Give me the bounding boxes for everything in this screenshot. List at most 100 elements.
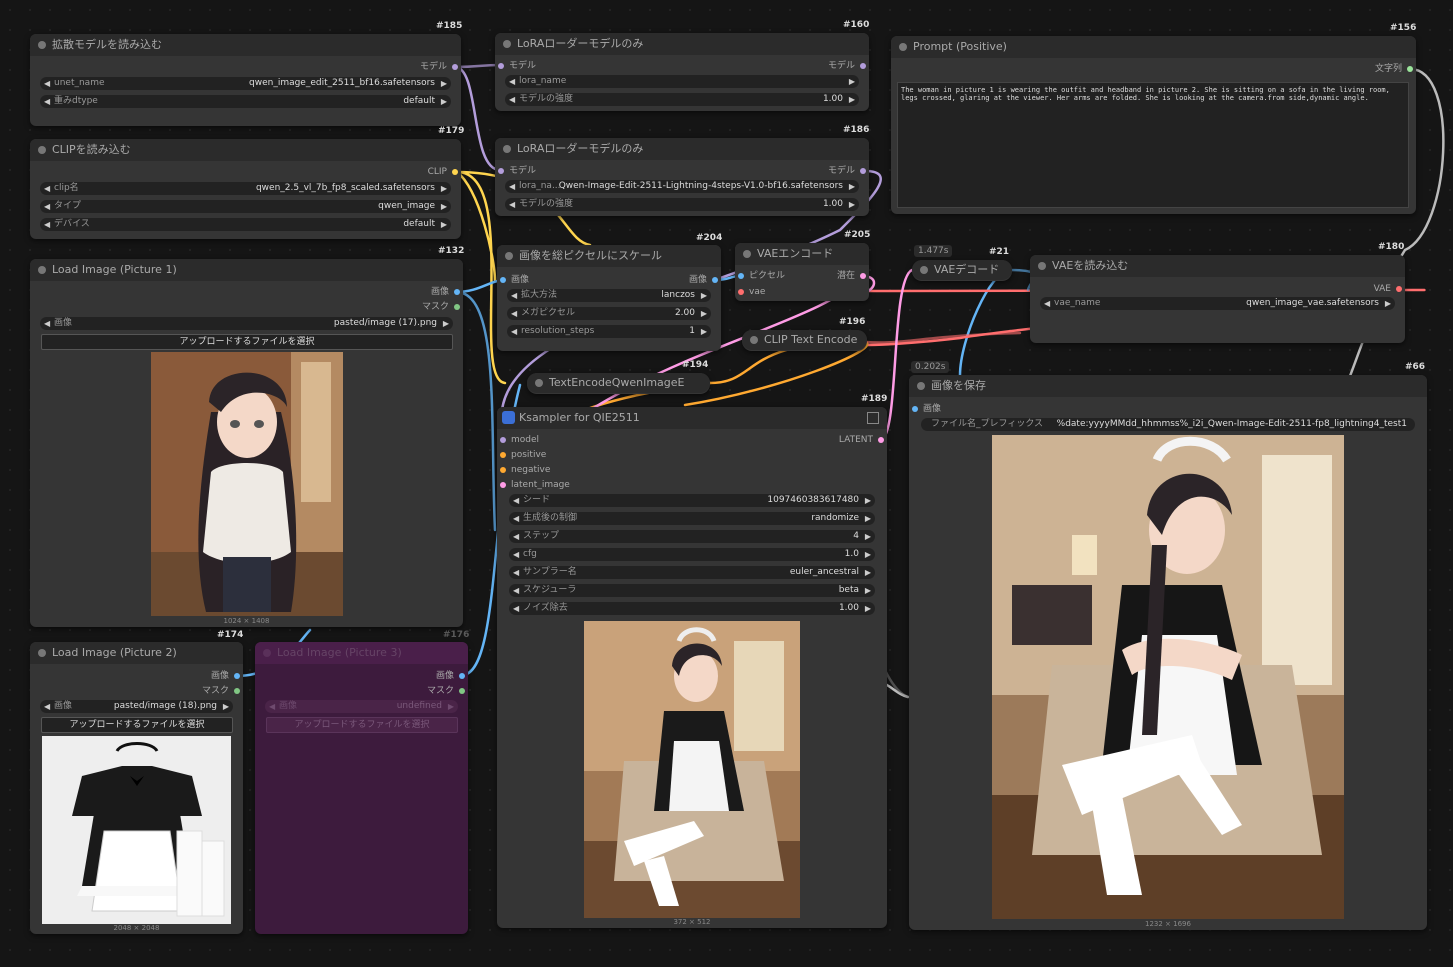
arrow-left-icon[interactable]: ◀ [513, 512, 519, 525]
arrow-left-icon[interactable]: ◀ [513, 602, 519, 615]
node-ksampler[interactable]: Ksampler for QIE2511 model positive nega… [497, 407, 887, 928]
node-title-bar[interactable]: 画像を保存 [909, 375, 1427, 397]
arrow-right-icon[interactable]: ▶ [849, 180, 855, 193]
collapse-dot-icon[interactable] [38, 146, 46, 154]
collapse-dot-icon[interactable] [38, 266, 46, 274]
collapse-dot-icon[interactable] [535, 379, 543, 387]
collapse-dot-icon[interactable] [503, 40, 511, 48]
arrow-right-icon[interactable]: ▶ [849, 198, 855, 211]
collapse-dot-icon[interactable] [503, 145, 511, 153]
node-load-vae[interactable]: VAEを読み込む VAE ◀ vae_name qwen_image_vae.saf… [1030, 255, 1405, 343]
node-lora-loader-1[interactable]: LoRAローダーモデルのみ モデル モデル ◀ lora_name ▶ ◀ モデルの強… [495, 33, 869, 111]
node-title-bar[interactable]: Load Image (Picture 1) [30, 259, 463, 281]
arrow-right-icon[interactable]: ▶ [443, 317, 449, 330]
collapse-dot-icon[interactable] [917, 382, 925, 390]
output-slot-model[interactable]: モデル [828, 60, 869, 72]
arrow-left-icon[interactable]: ◀ [511, 289, 517, 302]
node-title-bar[interactable]: Load Image (Picture 2) [30, 642, 243, 664]
upload-button[interactable]: アップロードするファイルを選択 [266, 717, 458, 733]
image-select-widget[interactable]: ◀ 画像 pasted/image (17).png ▶ [40, 317, 453, 330]
collapse-dot-icon[interactable] [920, 266, 928, 274]
arrow-left-icon[interactable]: ◀ [513, 494, 519, 507]
upload-button[interactable]: アップロードするファイルを選択 [41, 717, 233, 733]
output-slot-model[interactable]: モデル [828, 165, 869, 177]
collapse-dot-icon[interactable] [38, 41, 46, 49]
arrow-right-icon[interactable]: ▶ [701, 307, 707, 320]
node-title-bar[interactable]: CLIPを読み込む [30, 139, 461, 161]
collapse-dot-icon[interactable] [505, 252, 513, 260]
megapixels-widget[interactable]: ◀ メガピクセル 2.00 ▶ [507, 307, 711, 320]
arrow-right-icon[interactable]: ▶ [441, 182, 447, 195]
arrow-left-icon[interactable]: ◀ [513, 566, 519, 579]
arrow-left-icon[interactable]: ◀ [509, 198, 515, 211]
node-title-bar[interactable]: VAEエンコード [735, 243, 869, 265]
arrow-right-icon[interactable]: ▶ [865, 494, 871, 507]
arrow-right-icon[interactable]: ▶ [865, 512, 871, 525]
arrow-left-icon[interactable]: ◀ [44, 77, 50, 90]
upscale-method-widget[interactable]: ◀ 拡大方法 lanczos ▶ [507, 289, 711, 302]
cfg-widget[interactable]: ◀ cfg 1.0 ▶ [509, 548, 875, 561]
arrow-left-icon[interactable]: ◀ [1044, 297, 1050, 310]
arrow-right-icon[interactable]: ▶ [849, 75, 855, 88]
arrow-right-icon[interactable]: ▶ [865, 548, 871, 561]
node-title-bar[interactable]: VAEを読み込む [1030, 255, 1405, 277]
node-lora-loader-2[interactable]: LoRAローダーモデルのみ モデル モデル ◀ lora_na... Qwen-Im… [495, 138, 869, 216]
control-after-generate-widget[interactable]: ◀ 生成後の制御 randomize ▶ [509, 512, 875, 525]
node-title-bar[interactable]: 画像を総ピクセルにスケール [497, 245, 721, 267]
arrow-left-icon[interactable]: ◀ [513, 530, 519, 543]
input-slot-model[interactable]: model [497, 434, 539, 446]
weight-dtype-widget[interactable]: ◀ 重みdtype default ▶ [40, 95, 451, 108]
arrow-left-icon[interactable]: ◀ [44, 700, 50, 713]
output-slot-mask[interactable]: マスク [422, 301, 463, 313]
collapse-dot-icon[interactable] [263, 649, 271, 657]
output-slot-model[interactable]: モデル [420, 61, 461, 73]
node-text-encode-qwen-collapsed[interactable]: TextEncodeQwenImageE [527, 373, 710, 394]
scheduler-widget[interactable]: ◀ スケジューラ beta ▶ [509, 584, 875, 597]
node-load-clip[interactable]: CLIPを読み込む CLIP ◀ clip名 qwen_2.5_vl_7b_fp8_… [30, 139, 461, 239]
arrow-right-icon[interactable]: ▶ [865, 530, 871, 543]
denoise-widget[interactable]: ◀ ノイズ除去 1.00 ▶ [509, 602, 875, 615]
arrow-right-icon[interactable]: ▶ [849, 93, 855, 106]
clip-device-widget[interactable]: ◀ デバイス default ▶ [40, 218, 451, 231]
output-slot-clip[interactable]: CLIP [428, 166, 461, 178]
model-strength-widget[interactable]: ◀ モデルの強度 1.00 ▶ [505, 198, 859, 211]
model-strength-widget[interactable]: ◀ モデルの強度 1.00 ▶ [505, 93, 859, 106]
input-slot-image[interactable]: 画像 [909, 403, 941, 415]
input-slot-image[interactable]: 画像 [497, 274, 529, 286]
output-slot-latent[interactable]: LATENT [839, 434, 887, 446]
lora-name-widget[interactable]: ◀ lora_na... Qwen-Image-Edit-2511-Lightnin… [505, 180, 859, 193]
output-slot-image[interactable]: 画像 [211, 670, 243, 682]
arrow-right-icon[interactable]: ▶ [865, 584, 871, 597]
lora-name-widget[interactable]: ◀ lora_name ▶ [505, 75, 859, 88]
input-slot-vae[interactable]: vae [735, 286, 765, 298]
arrow-left-icon[interactable]: ◀ [511, 325, 517, 338]
collapse-dot-icon[interactable] [743, 250, 751, 258]
output-slot-image[interactable]: 画像 [689, 274, 721, 286]
arrow-left-icon[interactable]: ◀ [513, 584, 519, 597]
collapse-dot-icon[interactable] [899, 43, 907, 51]
node-load-image-2[interactable]: Load Image (Picture 2) 画像 マスク ◀ 画像 pasted/… [30, 642, 243, 934]
arrow-right-icon[interactable]: ▶ [865, 566, 871, 579]
arrow-left-icon[interactable]: ◀ [509, 180, 515, 193]
unet-name-widget[interactable]: ◀ unet_name qwen_image_edit_2511_bf16.safe… [40, 77, 451, 90]
arrow-left-icon[interactable]: ◀ [44, 317, 50, 330]
output-slot-mask[interactable]: マスク [202, 685, 243, 697]
output-slot-latent[interactable]: 潜在 [837, 270, 869, 282]
arrow-right-icon[interactable]: ▶ [223, 700, 229, 713]
node-vae-decode-collapsed[interactable]: VAEデコード [912, 260, 1012, 281]
node-title-bar[interactable]: CLIP Text Encode [742, 330, 867, 350]
output-slot-vae[interactable]: VAE [1374, 283, 1405, 295]
input-slot-positive[interactable]: positive [497, 449, 546, 461]
image-select-widget[interactable]: ◀ 画像 pasted/image (18).png ▶ [40, 700, 233, 713]
node-prompt-positive[interactable]: Prompt (Positive) 文字列 The woman in pictu… [891, 36, 1416, 214]
prompt-textarea[interactable]: The woman in picture 1 is wearing the ou… [897, 82, 1409, 208]
arrow-left-icon[interactable]: ◀ [509, 75, 515, 88]
collapse-dot-icon[interactable] [1038, 262, 1046, 270]
arrow-right-icon[interactable]: ▶ [701, 289, 707, 302]
node-load-image-3-bypassed[interactable]: Load Image (Picture 3) 画像 マスク ◀ 画像 undefin… [255, 642, 468, 934]
arrow-left-icon[interactable]: ◀ [269, 700, 275, 713]
arrow-right-icon[interactable]: ▶ [441, 218, 447, 231]
output-slot-string[interactable]: 文字列 [1375, 63, 1416, 75]
node-title-bar[interactable]: VAEデコード [912, 260, 1012, 280]
arrow-right-icon[interactable]: ▶ [448, 700, 454, 713]
